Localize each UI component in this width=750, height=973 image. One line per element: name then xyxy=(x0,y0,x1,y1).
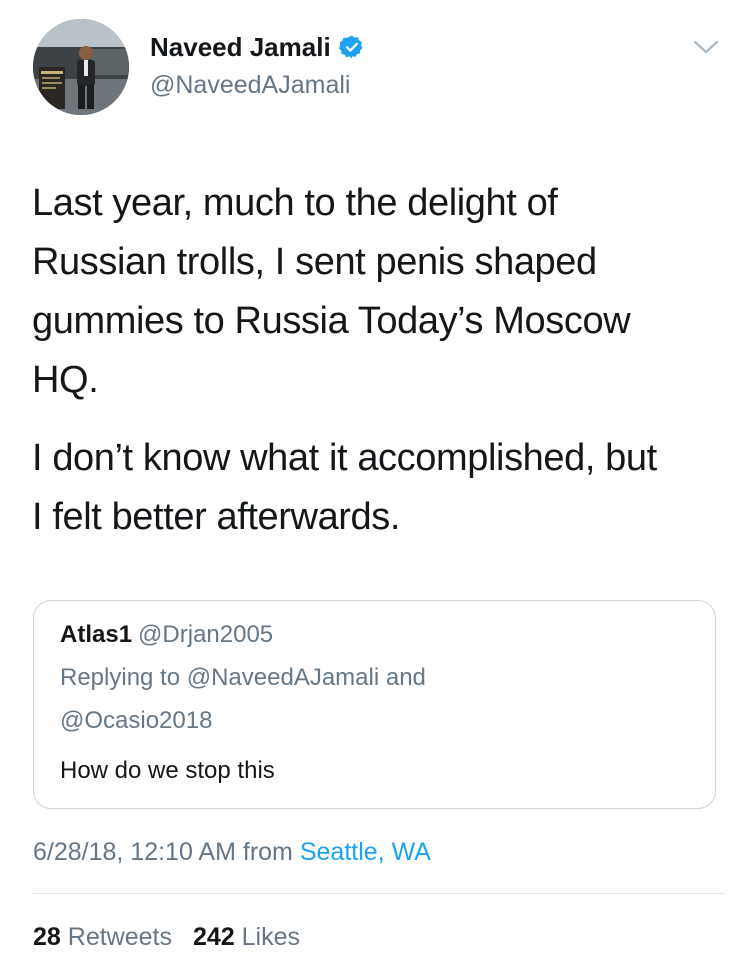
quoted-tweet-card[interactable]: Atlas1 @Drjan2005 Replying to @NaveedAJam… xyxy=(33,600,716,809)
tweet-stats: 28 Retweets 242 Likes xyxy=(33,923,314,952)
divider xyxy=(33,893,726,894)
likes-count: 242 xyxy=(192,923,235,951)
avatar[interactable] xyxy=(33,19,129,115)
tweet-detail: Naveed Jamali @NaveedAJamali Last year, … xyxy=(0,0,750,973)
tweet-text-line: I don’t know what it accomplished, but xyxy=(32,437,657,479)
tweet-text-line: Last year, much to the delight of xyxy=(32,182,558,224)
tweet-text: Last year, much to the delight of Russia… xyxy=(32,174,732,547)
tweet-location-link[interactable]: Seattle, WA xyxy=(300,838,431,866)
author-display-name[interactable]: Naveed Jamali xyxy=(150,32,331,63)
retweets-stat[interactable]: 28 Retweets xyxy=(33,923,172,952)
quoted-replying-to: Replying to @NaveedAJamali and xyxy=(60,664,426,691)
tweet-timestamp: 6/28/18, 12:10 AM from xyxy=(33,838,293,866)
tweet-text-line: HQ. xyxy=(32,359,99,401)
quoted-author-name: Atlas1 xyxy=(60,621,133,648)
quoted-tweet-text: How do we stop this xyxy=(60,757,275,784)
tweet-text-line: I felt better afterwards. xyxy=(32,496,401,538)
tweet-text-line: Russian trolls, I sent penis shaped xyxy=(32,241,597,283)
avatar-photo xyxy=(33,19,129,115)
quoted-tweet-header: Atlas1 @Drjan2005 xyxy=(60,621,273,649)
retweets-count: 28 xyxy=(33,923,61,951)
author-name-row[interactable]: Naveed Jamali xyxy=(150,30,365,64)
likes-label: Likes xyxy=(241,923,300,951)
likes-stat[interactable]: 242 Likes xyxy=(193,923,300,952)
tweet-timestamp-row: 6/28/18, 12:10 AM from Seattle, WA xyxy=(33,838,431,867)
chevron-down-icon[interactable] xyxy=(691,36,721,58)
author-handle[interactable]: @NaveedAJamali xyxy=(150,71,350,100)
tweet-text-line: gummies to Russia Today’s Moscow xyxy=(32,300,631,342)
retweets-label: Retweets xyxy=(67,923,172,951)
verified-badge-icon xyxy=(338,35,363,59)
quoted-author-handle: @Drjan2005 xyxy=(138,621,274,648)
quoted-replying-to-continued: @Ocasio2018 xyxy=(60,707,213,734)
